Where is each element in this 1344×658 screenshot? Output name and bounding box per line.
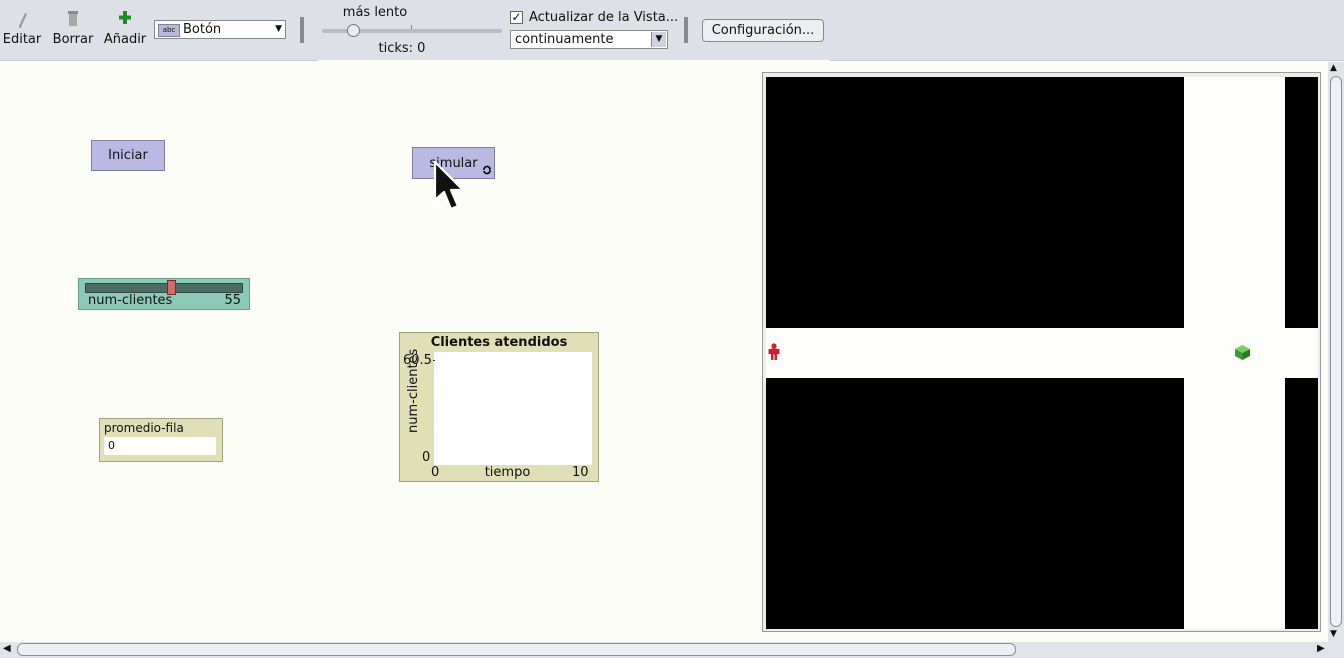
delete-label: Borrar [52,32,94,47]
update-mode-value: continuamente [515,32,614,47]
scroll-right-icon[interactable]: ▶ [1317,643,1325,654]
edit-button[interactable]: Editar [2,10,42,47]
num-clientes-slider[interactable]: num-clientes 55 [78,278,250,310]
vertical-scroll-thumb[interactable] [1330,76,1342,627]
horizontal-scroll-thumb[interactable] [17,643,1016,656]
toolbar-separator [684,17,688,43]
update-mode-select[interactable]: continuamente ▼ [510,30,668,49]
forever-icon [482,165,492,178]
widget-type-label: Botón [183,22,222,37]
add-button[interactable]: Añadir [103,10,147,47]
ticks-counter: ticks: 0 [378,41,426,56]
chevron-down-icon: ▼ [651,32,666,47]
plot-area [434,352,592,465]
edit-label: Editar [2,32,42,47]
settings-button[interactable]: Configuración... [702,19,824,42]
box-icon [1234,344,1251,365]
plot-y-label: num-clientes [406,348,421,433]
clientes-atendidos-plot: Clientes atendidos 60.5 num-clientes 0 0… [399,332,599,482]
slider-label: num-clientes [88,293,173,308]
plot-x-label: tiempo [484,465,531,480]
person-icon [768,343,780,365]
add-label: Añadir [103,32,147,47]
widget-type-select[interactable]: abc Botón ▼ [154,20,286,39]
plot-x-min: 0 [431,465,440,480]
promedio-fila-monitor: promedio-fila 0 [99,418,223,462]
plot-y-tick [433,360,435,361]
speed-label: más lento [342,5,408,20]
speed-slider-knob[interactable] [347,24,361,37]
scroll-down-icon[interactable]: ▼ [1330,629,1337,639]
setup-button[interactable]: Iniciar [91,140,165,171]
slider-value: 55 [224,293,241,308]
toolbar-divider [0,60,318,61]
trash-icon [50,10,96,32]
monitor-label: promedio-fila [104,421,184,435]
button-widget-icon: abc [158,24,180,37]
toolbar-divider [830,60,1344,61]
plot-x-max: 10 [572,465,589,480]
speed-slider-tick [411,25,412,29]
update-view-checkbox[interactable]: ✓ [510,11,523,24]
monitor-value: 0 [104,437,216,455]
plot-title: Clientes atendidos [430,335,568,350]
scroll-left-icon[interactable]: ◀ [3,643,11,654]
toolbar-separator [300,17,304,43]
plus-icon [103,10,147,32]
pencil-icon [2,10,42,32]
update-view-label: Actualizar de la Vista... [529,10,679,25]
mouse-cursor-icon [432,160,466,218]
scroll-up-icon[interactable]: ▲ [1330,63,1337,73]
slider-track[interactable] [85,283,243,293]
plot-y-min: 0 [422,450,431,465]
chevron-down-icon: ▼ [275,24,282,34]
delete-button[interactable]: Borrar [50,10,96,47]
